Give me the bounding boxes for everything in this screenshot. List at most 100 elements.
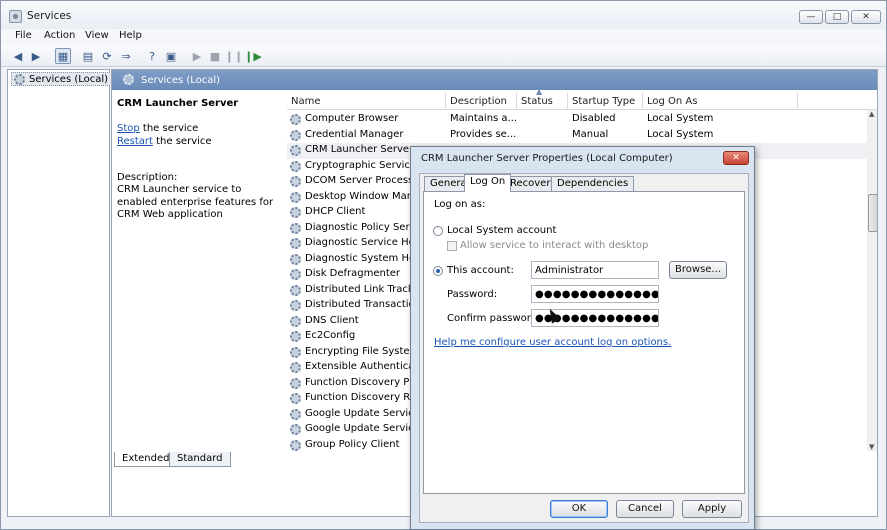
pause-service-icon[interactable]: ❙❙ xyxy=(225,48,243,64)
start-service-icon[interactable]: ▶ xyxy=(189,48,205,64)
column-description[interactable]: Description xyxy=(446,93,517,110)
selected-service-name: CRM Launcher Server xyxy=(117,98,239,109)
gear-icon xyxy=(290,408,301,420)
service-row[interactable]: Computer Browser Maintains a... Disabled Lo… xyxy=(287,112,867,128)
column-header: ▲ Name Description Status Startup Type L… xyxy=(287,87,877,110)
gear-icon xyxy=(290,315,301,327)
dialog-title: CRM Launcher Server Properties (Local Co… xyxy=(421,153,673,164)
restart-service-line: Restart the service xyxy=(117,136,212,147)
vertical-scrollbar[interactable]: ▲ ▼ xyxy=(867,110,877,451)
log-on-as-label: Log on as: xyxy=(434,199,486,210)
column-status[interactable]: Status xyxy=(517,93,568,110)
service-description-cell: Maintains a... xyxy=(450,113,516,124)
tab-log-on[interactable]: Log On xyxy=(464,174,512,192)
gear-icon xyxy=(290,439,301,451)
gear-icon xyxy=(290,253,301,265)
service-logon-cell: Local System xyxy=(647,113,714,124)
stop-service-link[interactable]: Stop xyxy=(117,123,140,134)
gear-icon xyxy=(290,114,301,125)
title-bar: Services — □ ✕ xyxy=(1,1,886,29)
service-name-cell: Credential Manager xyxy=(305,128,404,140)
column-log-on-as[interactable]: Log On As xyxy=(643,93,798,110)
restart-service-suffix: the service xyxy=(152,136,212,147)
restart-service-link[interactable]: Restart xyxy=(117,136,153,147)
gear-icon xyxy=(290,238,301,249)
menu-help[interactable]: Help xyxy=(119,30,142,41)
restart-service-icon[interactable]: ❙▶ xyxy=(244,48,262,64)
password-field[interactable]: ●●●●●●●●●●●●●●● xyxy=(531,285,659,303)
stop-service-line: Stop the service xyxy=(117,123,198,134)
scroll-up-icon[interactable]: ▲ xyxy=(869,110,874,118)
show-hide-action-pane-icon[interactable]: ▣ xyxy=(163,48,179,64)
help-icon[interactable]: ? xyxy=(144,48,160,64)
toolbar: ◀ ▶ ▦ ▤ ⟳ ⇒ ? ▣ ▶ ■ ❙❙ ❙▶ xyxy=(1,45,886,67)
pane-header: Services (Local) xyxy=(112,70,877,90)
local-system-label: Local System account xyxy=(447,225,557,236)
this-account-radio[interactable] xyxy=(433,266,443,276)
browse-button[interactable]: Browse... xyxy=(669,261,727,279)
account-name-field[interactable]: Administrator xyxy=(531,261,659,279)
gear-icon xyxy=(290,331,301,342)
column-name[interactable]: Name xyxy=(287,93,446,110)
service-startup-cell: Disabled xyxy=(572,113,616,124)
gear-icon xyxy=(290,377,301,389)
show-hide-console-tree-icon[interactable]: ▦ xyxy=(55,48,71,64)
menu-view[interactable]: View xyxy=(85,30,109,41)
local-system-radio[interactable] xyxy=(433,226,443,236)
gear-icon xyxy=(290,424,301,435)
back-icon[interactable]: ◀ xyxy=(10,48,26,64)
description-text: CRM Launcher service to enabled enterpri… xyxy=(117,184,274,220)
service-description-panel: CRM Launcher Server Stop the service Res… xyxy=(112,90,284,450)
forward-icon[interactable]: ▶ xyxy=(28,48,44,64)
gear-icon xyxy=(290,362,301,373)
tree-item-services-local[interactable]: Services (Local) xyxy=(11,72,113,86)
gear-icon xyxy=(290,207,301,218)
password-label: Password: xyxy=(447,289,498,300)
gear-icon xyxy=(290,145,301,156)
refresh-icon[interactable]: ⟳ xyxy=(99,48,115,64)
gear-icon xyxy=(123,74,134,85)
gear-icon xyxy=(290,160,301,172)
service-startup-cell: Manual xyxy=(572,128,609,140)
apply-button[interactable]: Apply xyxy=(682,500,742,518)
gear-icon xyxy=(290,284,301,296)
cancel-button[interactable]: Cancel xyxy=(616,500,674,518)
gear-icon xyxy=(290,176,301,187)
tab-dependencies[interactable]: Dependencies xyxy=(551,176,635,191)
column-startup-type[interactable]: Startup Type xyxy=(568,93,643,110)
close-window-button[interactable]: ✕ xyxy=(851,10,881,24)
service-name-cell: Computer Browser xyxy=(305,113,399,124)
menu-action[interactable]: Action xyxy=(44,30,75,41)
dialog-close-button[interactable]: ✕ xyxy=(723,151,749,165)
log-on-tab-page: Log on as: Local System account Allow se… xyxy=(423,191,745,494)
stop-service-suffix: the service xyxy=(139,123,199,134)
description-label: Description: xyxy=(117,172,178,183)
help-configure-logon-link[interactable]: Help me configure user account log on op… xyxy=(434,337,671,348)
menu-file[interactable]: File xyxy=(15,30,32,41)
console-tree: Services (Local) xyxy=(7,69,113,517)
allow-interact-checkbox[interactable] xyxy=(447,241,457,251)
menu-bar: File Action View Help xyxy=(1,29,886,45)
scroll-down-icon[interactable]: ▼ xyxy=(869,443,874,451)
this-account-label: This account: xyxy=(447,265,514,276)
service-row[interactable]: Credential Manager Provides se... Manual Lo… xyxy=(287,128,867,144)
gear-icon xyxy=(290,393,301,404)
services-app-icon xyxy=(9,10,22,23)
export-list-icon[interactable]: ⇒ xyxy=(118,48,134,64)
maximize-button[interactable]: □ xyxy=(825,10,849,24)
gear-icon xyxy=(14,73,25,85)
minimize-button[interactable]: — xyxy=(799,10,823,24)
gear-icon xyxy=(290,269,301,280)
gear-icon xyxy=(290,346,301,358)
gear-icon xyxy=(290,300,301,311)
dialog-body: General Log On Recovery Dependencies Log… xyxy=(419,173,749,523)
tab-standard[interactable]: Standard xyxy=(169,452,231,467)
scrollbar-thumb[interactable] xyxy=(868,194,877,232)
tab-extended[interactable]: Extended xyxy=(114,452,178,467)
gear-icon xyxy=(290,129,301,141)
properties-icon[interactable]: ▤ xyxy=(80,48,96,64)
service-description-cell: Provides se... xyxy=(450,128,516,140)
window-title: Services xyxy=(27,10,72,22)
stop-service-icon[interactable]: ■ xyxy=(207,48,223,64)
ok-button[interactable]: OK xyxy=(550,500,608,518)
